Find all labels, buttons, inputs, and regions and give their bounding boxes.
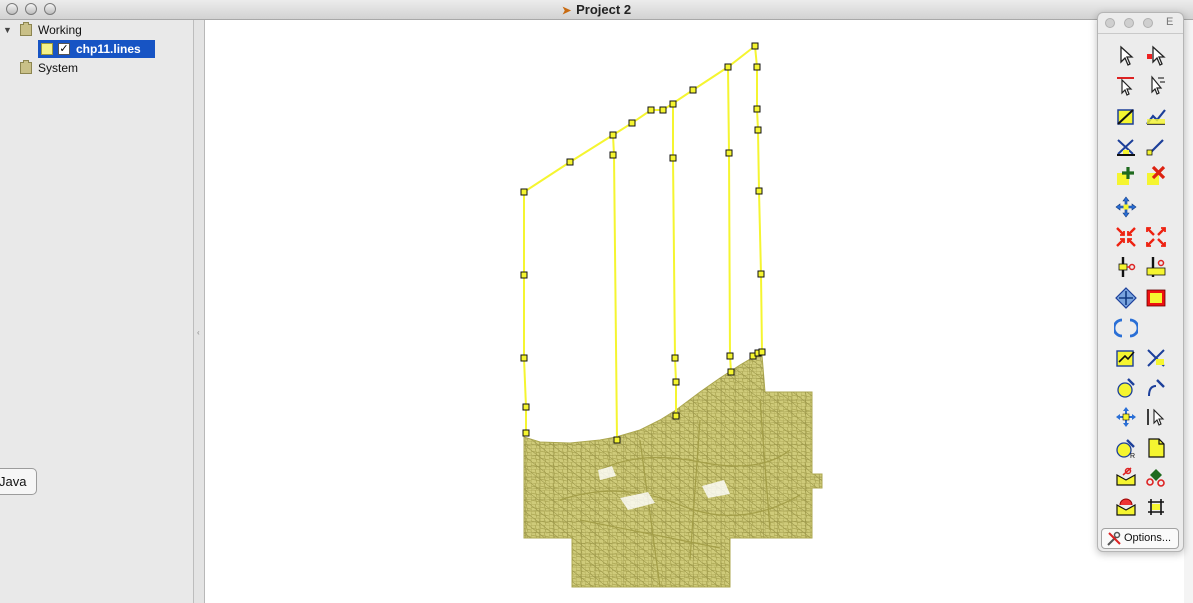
move-icon[interactable]: [1114, 195, 1138, 219]
tree-item-label: Working: [38, 23, 82, 37]
select-vertex-pointer-icon[interactable]: [1144, 44, 1168, 68]
select-pointer-icon[interactable]: [1114, 44, 1138, 68]
palette-title: E: [1166, 16, 1174, 28]
options-label: Options...: [1124, 532, 1172, 544]
frame-icon[interactable]: [1144, 286, 1168, 310]
curve-icon[interactable]: [1144, 376, 1168, 400]
tree-item-working[interactable]: Working: [20, 21, 180, 39]
tools-icon: [1107, 531, 1121, 546]
offset-pointer-icon[interactable]: [1144, 405, 1168, 429]
parcel-polygons: [523, 354, 823, 588]
new-line-icon[interactable]: [1144, 105, 1168, 129]
palette-minimize-button[interactable]: [1124, 18, 1134, 28]
palette-backdrop: [1184, 20, 1193, 603]
generalize-icon[interactable]: [1144, 495, 1168, 519]
panel-splitter[interactable]: ‹: [194, 20, 205, 603]
shrink-icon[interactable]: [1114, 225, 1138, 249]
java-button[interactable]: Java: [0, 468, 37, 495]
clip-polygon-icon[interactable]: [1114, 465, 1138, 489]
layer-color-swatch[interactable]: [41, 43, 53, 55]
palette-titlebar[interactable]: E: [1098, 13, 1183, 34]
draw-segment-icon[interactable]: [1144, 135, 1168, 159]
cut-polygon-icon[interactable]: [1144, 465, 1168, 489]
new-polygon-icon[interactable]: [1114, 105, 1138, 129]
split-line-icon[interactable]: [1114, 255, 1138, 279]
tree-item-label: System: [38, 61, 79, 75]
layer-name: chp11.lines: [76, 42, 141, 56]
map-canvas[interactable]: [205, 20, 1193, 603]
layer-visibility-checkbox[interactable]: ✓: [58, 43, 70, 55]
delete-vertex-icon[interactable]: [1144, 164, 1168, 188]
window-title: Project 2: [576, 2, 632, 17]
radius-icon[interactable]: R: [1114, 436, 1138, 460]
expand-icon[interactable]: [1144, 225, 1168, 249]
move-vertex-icon[interactable]: [1114, 405, 1138, 429]
edit-shape-icon[interactable]: [1114, 346, 1138, 370]
splitter-grip-icon: ‹: [197, 328, 200, 337]
edit-vertex-icon[interactable]: [1114, 135, 1138, 159]
layer-tree-panel: ▼ Working ✓ chp11.lines System: [0, 20, 194, 603]
rotate-icon[interactable]: [1114, 316, 1138, 340]
tree-item-system[interactable]: System: [20, 59, 180, 77]
palette-zoom-button[interactable]: [1143, 18, 1153, 28]
options-button[interactable]: Options...: [1101, 528, 1179, 549]
add-vertex-icon[interactable]: [1114, 164, 1138, 188]
window-title-area: ➤ Project 2: [0, 2, 1193, 17]
folder-icon: [20, 60, 32, 74]
expand-triangle-icon[interactable]: ▼: [3, 25, 12, 35]
trim-icon[interactable]: [1144, 346, 1168, 370]
map-drawing[interactable]: [205, 20, 1193, 603]
select-multiple-icon[interactable]: [1144, 74, 1168, 98]
editor-toolbar-palette: E R Options...: [1097, 12, 1184, 552]
tree-item-chp11-lines[interactable]: ✓ chp11.lines: [38, 40, 155, 58]
project-icon: ➤: [561, 5, 572, 17]
select-node-icon[interactable]: [1114, 74, 1138, 98]
folder-icon: [20, 22, 32, 36]
reshape-icon[interactable]: [1114, 286, 1138, 310]
merge-polygon-icon[interactable]: [1114, 495, 1138, 519]
svg-text:R: R: [1130, 453, 1135, 460]
palette-close-button[interactable]: [1105, 18, 1115, 28]
window-titlebar: ➤ Project 2: [0, 0, 1193, 20]
new-document-icon[interactable]: [1144, 436, 1168, 460]
smooth-icon[interactable]: [1114, 376, 1138, 400]
split-polygon-icon[interactable]: [1144, 255, 1168, 279]
